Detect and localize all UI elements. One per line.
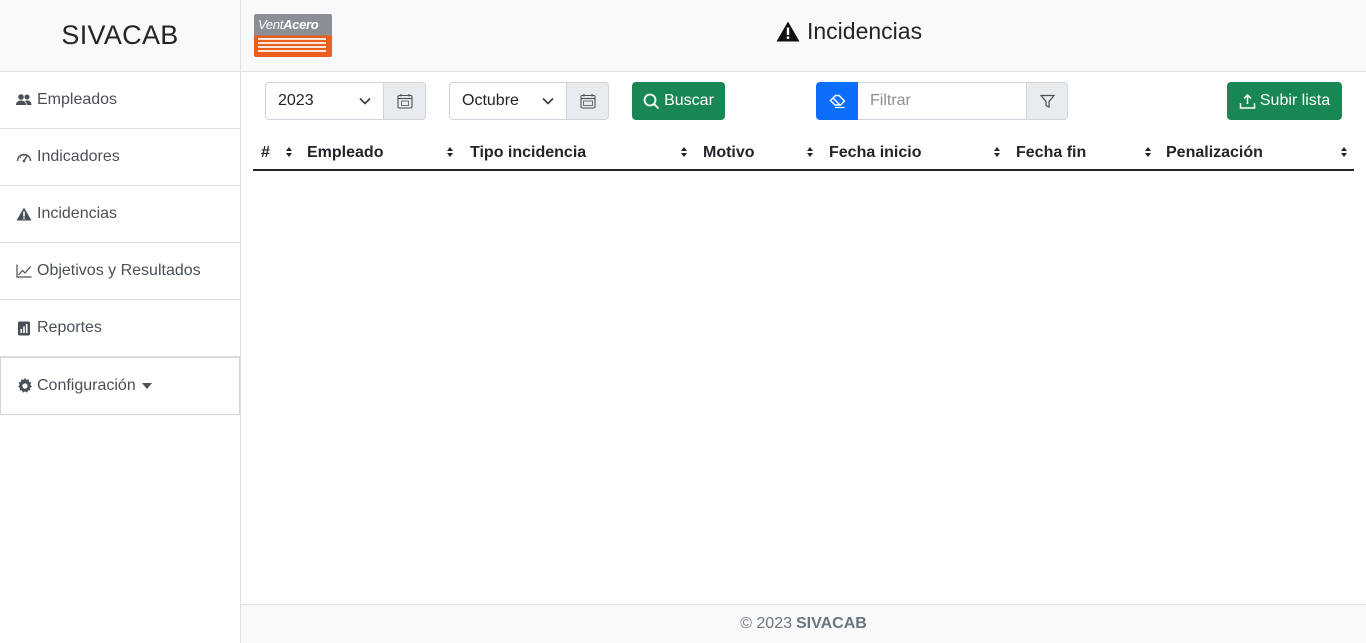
year-select-group: 2023	[265, 82, 426, 120]
calendar-year-button[interactable]	[384, 82, 426, 120]
speedometer-icon	[16, 149, 32, 165]
month-value: Octubre	[462, 92, 519, 109]
month-select[interactable]: Octubre	[449, 82, 567, 120]
sidebar-item-empleados[interactable]: Empleados	[0, 72, 240, 129]
search-button-label: Buscar	[664, 92, 714, 109]
brand-title: SIVACAB	[0, 0, 240, 72]
sidebar-item-objetivos[interactable]: Objetivos y Resultados	[0, 243, 240, 300]
logo-stripes	[258, 38, 326, 53]
column-header-fecha-inicio[interactable]: Fecha inicio	[829, 136, 921, 169]
sidebar-item-configuracion[interactable]: Configuración	[0, 357, 240, 415]
sort-icon[interactable]	[1340, 146, 1348, 158]
gear-icon	[17, 378, 33, 394]
calendar-month-button[interactable]	[567, 82, 609, 120]
top-header: VentAcero Incidencias	[241, 0, 1366, 72]
page-title-text: Incidencias	[807, 18, 923, 44]
chevron-down-icon	[542, 97, 554, 105]
warning-icon	[16, 206, 32, 222]
sort-icon[interactable]	[285, 146, 293, 158]
sidebar-item-label: Empleados	[37, 91, 118, 108]
year-select[interactable]: 2023	[265, 82, 384, 120]
year-value: 2023	[278, 92, 314, 109]
footer: © 2023 SIVACAB	[241, 604, 1366, 643]
clear-filter-button[interactable]	[816, 82, 858, 120]
sidebar-item-indicadores[interactable]: Indicadores	[0, 129, 240, 186]
column-header-tipo-incidencia[interactable]: Tipo incidencia	[470, 136, 586, 169]
footer-copyright: © 2023	[740, 615, 792, 632]
calendar-icon	[396, 94, 413, 109]
column-header-number[interactable]: #	[261, 136, 270, 169]
chevron-down-icon	[359, 97, 371, 105]
people-icon	[16, 92, 32, 108]
page-title: Incidencias	[776, 18, 922, 45]
funnel-icon	[1039, 94, 1055, 108]
search-button[interactable]: Buscar	[632, 82, 725, 120]
footer-brand: SIVACAB	[796, 615, 867, 632]
upload-list-button[interactable]: Subir lista	[1227, 82, 1342, 120]
column-header-motivo[interactable]: Motivo	[703, 136, 755, 169]
graph-up-icon	[16, 263, 32, 279]
sort-icon[interactable]	[446, 146, 454, 158]
sidebar-item-label: Indicadores	[37, 148, 120, 165]
incidencias-table-header: # Empleado Tipo incidencia Motivo Fecha …	[253, 136, 1354, 171]
bar-chart-icon	[16, 320, 32, 336]
upload-icon	[1239, 93, 1256, 110]
sidebar-item-label: Configuración	[37, 377, 136, 394]
sort-icon[interactable]	[1144, 146, 1152, 158]
filter-input[interactable]	[858, 82, 1026, 120]
column-header-empleado[interactable]: Empleado	[307, 136, 383, 169]
calendar-month-icon	[579, 94, 596, 109]
company-logo: VentAcero	[254, 14, 332, 57]
logo-text: VentAcero	[258, 17, 319, 32]
search-icon	[643, 93, 660, 110]
column-header-fecha-fin[interactable]: Fecha fin	[1016, 136, 1086, 169]
upload-button-label: Subir lista	[1259, 92, 1331, 109]
sidebar-item-label: Reportes	[37, 319, 102, 336]
month-select-group: Octubre	[449, 82, 609, 120]
sort-icon[interactable]	[680, 146, 688, 158]
sidebar-item-reportes[interactable]: Reportes	[0, 300, 240, 357]
filter-button[interactable]	[1026, 82, 1068, 120]
column-header-penalizacion[interactable]: Penalización	[1166, 136, 1263, 169]
sort-icon[interactable]	[806, 146, 814, 158]
caret-down-icon	[141, 383, 152, 389]
sidebar: SIVACAB Empleados Indicadores Incidencia…	[0, 0, 241, 643]
warning-icon	[776, 21, 800, 42]
sidebar-item-incidencias[interactable]: Incidencias	[0, 186, 240, 243]
sidebar-item-label: Objetivos y Resultados	[37, 262, 201, 279]
sort-icon[interactable]	[993, 146, 1001, 158]
filter-group	[816, 82, 1068, 120]
sidebar-item-label: Incidencias	[37, 205, 118, 222]
eraser-icon	[829, 94, 845, 108]
